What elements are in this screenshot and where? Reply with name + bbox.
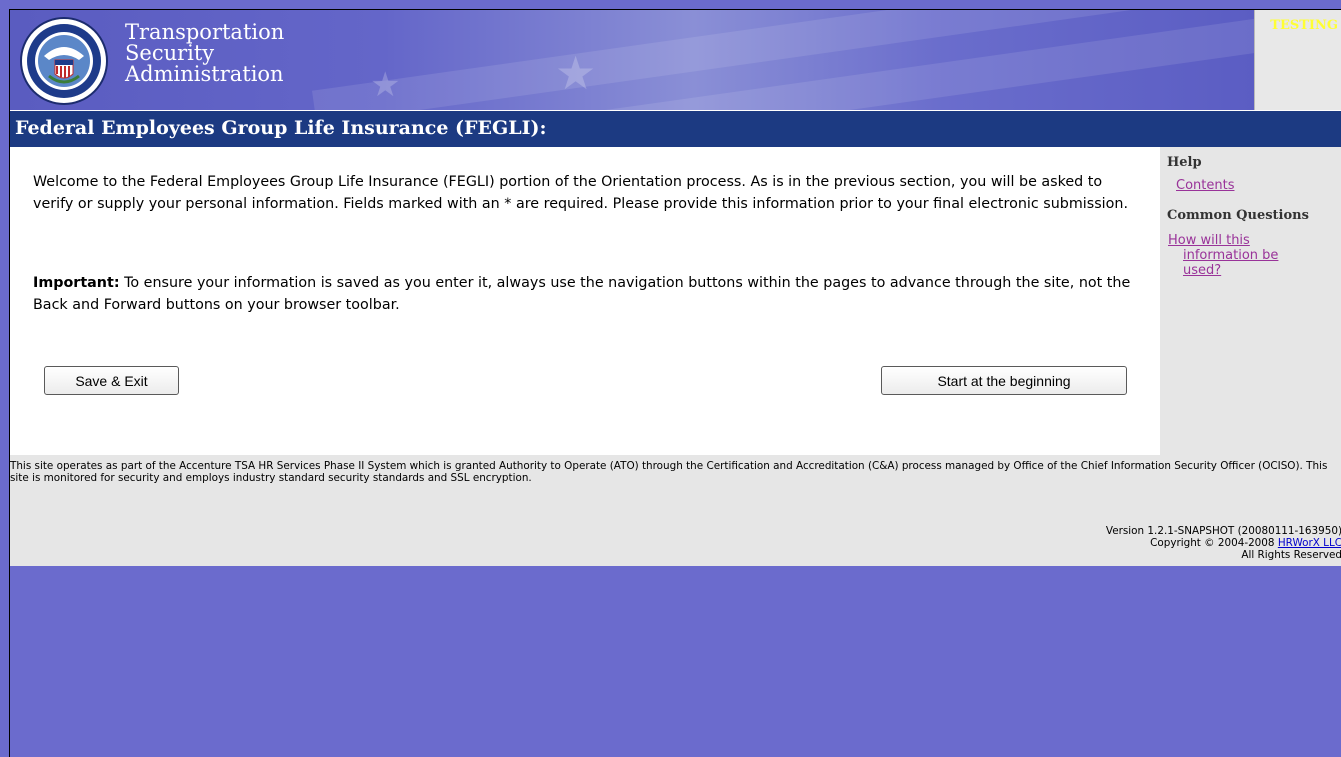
page-title-bar: Federal Employees Group Life Insurance (…: [10, 110, 1341, 147]
hrworx-link[interactable]: HRWorX LLC: [1278, 537, 1341, 549]
app-frame: ★ ★ Transportation Security Administrati…: [9, 9, 1341, 757]
intro-text: Welcome to the Federal Employees Group L…: [33, 174, 1128, 212]
dhs-seal-icon: [20, 17, 108, 105]
copyright-line: Copyright © 2004-2008 HRWorX LLC: [1106, 537, 1341, 549]
copyright-prefix: Copyright © 2004-2008: [1150, 537, 1278, 549]
question-link-line1: How will this: [1168, 233, 1250, 248]
question-link-line3: used?: [1183, 263, 1222, 278]
environment-badge: TESTING: [1270, 18, 1338, 33]
version-info: Version 1.2.1-SNAPSHOT (20080111-163950)…: [1106, 525, 1341, 561]
environment-badge-box: TESTING: [1254, 10, 1341, 110]
important-notice: Important: To ensure your information is…: [33, 272, 1133, 316]
question-link-how-used[interactable]: How will this information be used?: [1168, 233, 1278, 278]
common-questions-heading: Common Questions: [1167, 208, 1309, 223]
page: ★ ★ Transportation Security Administrati…: [0, 0, 1341, 757]
agency-name-line3: Administration: [125, 62, 284, 86]
important-text: To ensure your information is saved as y…: [33, 275, 1131, 313]
main-content: Welcome to the Federal Employees Group L…: [10, 147, 1160, 455]
rights-text: All Rights Reserved: [1241, 549, 1341, 561]
important-label: Important:: [33, 275, 120, 291]
help-heading: Help: [1167, 155, 1202, 170]
page-title: Federal Employees Group Life Insurance (…: [15, 117, 547, 139]
start-beginning-button[interactable]: Start at the beginning: [881, 366, 1127, 395]
agency-name-line2: Security: [125, 41, 215, 65]
version-text: Version 1.2.1-SNAPSHOT (20080111-163950): [1105, 525, 1341, 537]
banner-star-icon: ★: [555, 46, 597, 100]
agency-name-line1: Transportation: [125, 20, 285, 44]
footer: This site operates as part of the Accent…: [10, 455, 1341, 566]
header-banner: ★ ★ Transportation Security Administrati…: [10, 10, 1254, 110]
contents-link[interactable]: Contents: [1176, 178, 1234, 193]
save-exit-button[interactable]: Save & Exit: [44, 366, 179, 395]
help-sidebar: Help Contents Common Questions How will …: [1160, 147, 1341, 455]
security-notice: This site operates as part of the Accent…: [10, 460, 1328, 484]
banner-star-icon: ★: [370, 65, 401, 105]
agency-name: Transportation Security Administration: [125, 22, 284, 85]
question-link-line2: information be: [1183, 248, 1279, 263]
